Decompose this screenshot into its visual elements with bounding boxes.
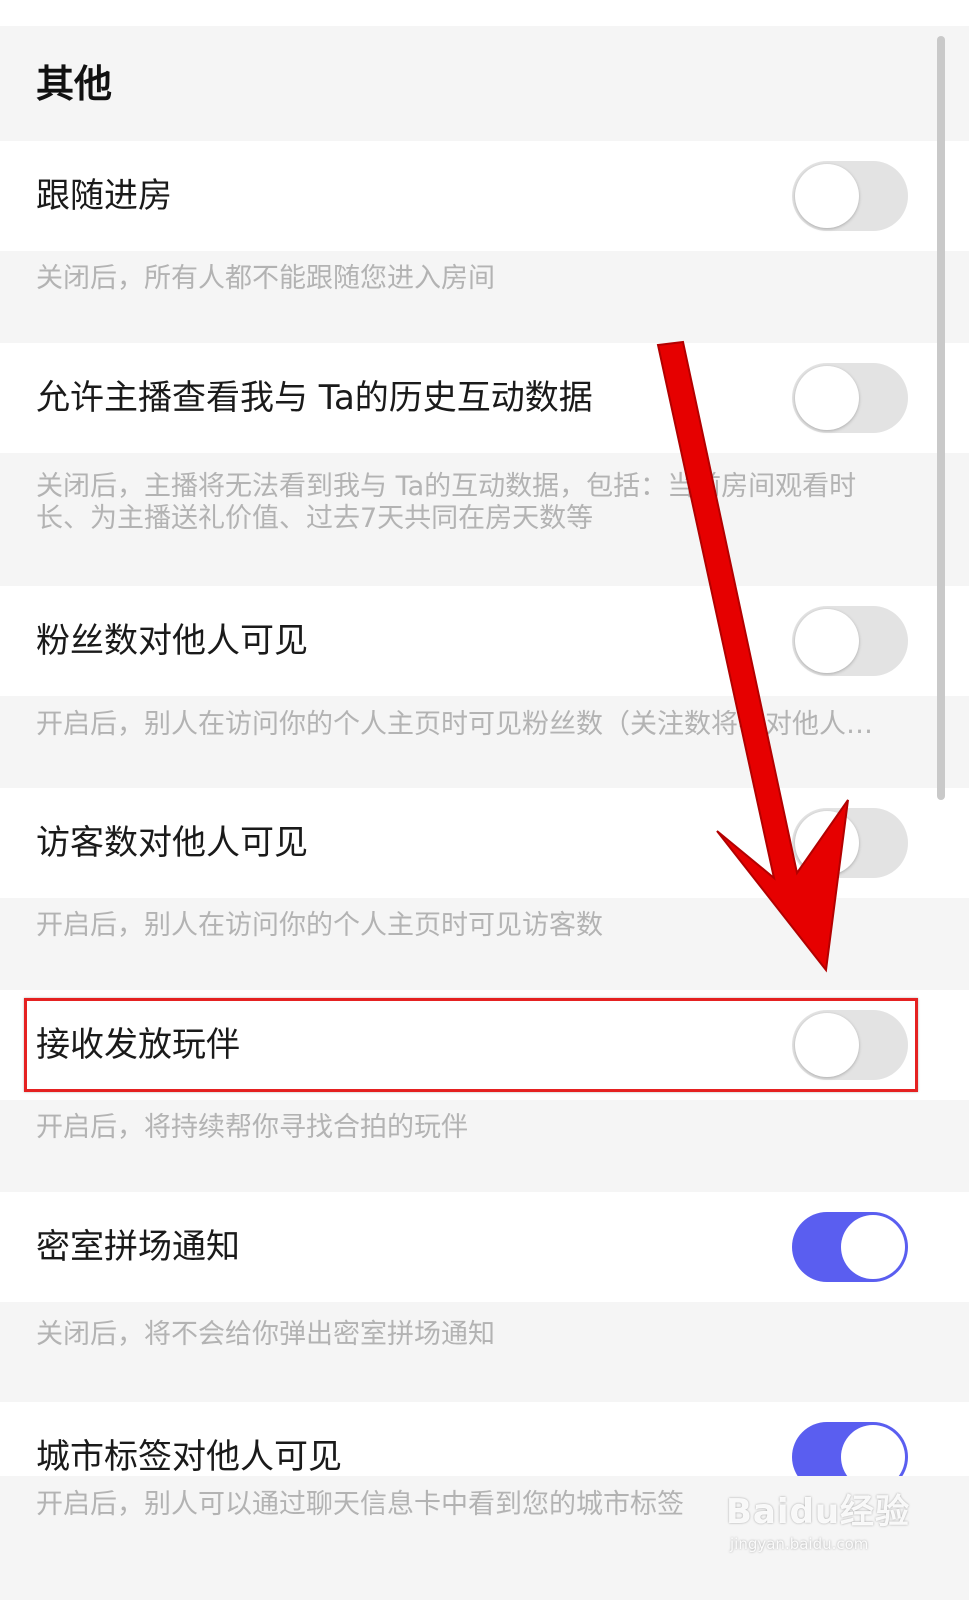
top-divider — [0, 0, 969, 26]
setting-description: 开启后，别人在访问你的个人主页时可见访客数 — [36, 910, 603, 941]
toggle-knob — [795, 811, 859, 875]
toggle-knob — [841, 1215, 905, 1279]
setting-description: 开启后，将持续帮你寻找合拍的玩伴 — [36, 1112, 468, 1143]
settings-page: 其他 跟随进房 关闭后，所有人都不能跟随您进入房间 允许主播查看我与 Ta的历史… — [0, 0, 969, 1600]
setting-row-escape-room-notify[interactable]: 密室拼场通知 — [0, 1192, 969, 1302]
fans-visible-toggle[interactable] — [792, 606, 908, 676]
toggle-knob — [795, 366, 859, 430]
setting-description: 开启后，别人可以通过聊天信息卡中看到您的城市标签 — [36, 1489, 684, 1520]
setting-description: 关闭后，主播将无法看到我与 Ta的互动数据，包括：当前房间观看时长、为主播送礼价… — [36, 471, 857, 534]
host-view-history-toggle[interactable] — [792, 363, 908, 433]
setting-label: 访客数对他人可见 — [36, 823, 308, 863]
setting-row-fans-visible[interactable]: 粉丝数对他人可见 — [0, 586, 969, 696]
setting-description: 开启后，别人在访问你的个人主页时可见粉丝数（关注数将不对他人… — [36, 709, 873, 740]
setting-description: 关闭后，将不会给你弹出密室拼场通知 — [36, 1319, 495, 1350]
scrollbar[interactable] — [937, 36, 945, 800]
setting-row-host-view-history[interactable]: 允许主播查看我与 Ta的历史互动数据 — [0, 343, 969, 453]
toggle-knob — [795, 609, 859, 673]
setting-row-receive-playmate[interactable]: 接收发放玩伴 — [0, 990, 969, 1100]
setting-description: 关闭后，所有人都不能跟随您进入房间 — [36, 263, 495, 294]
section-title: 其他 — [36, 62, 113, 106]
toggle-knob — [795, 164, 859, 228]
setting-label: 密室拼场通知 — [36, 1227, 240, 1267]
receive-playmate-toggle[interactable] — [792, 1010, 908, 1080]
setting-label: 粉丝数对他人可见 — [36, 621, 308, 661]
setting-label: 接收发放玩伴 — [36, 1025, 240, 1065]
visitors-visible-toggle[interactable] — [792, 808, 908, 878]
toggle-knob — [795, 1013, 859, 1077]
setting-row-follow-into-room[interactable]: 跟随进房 — [0, 141, 969, 251]
escape-room-notify-toggle[interactable] — [792, 1212, 908, 1282]
follow-into-room-toggle[interactable] — [792, 161, 908, 231]
setting-label: 跟随进房 — [36, 176, 172, 216]
setting-label: 允许主播查看我与 Ta的历史互动数据 — [36, 378, 593, 418]
setting-row-visitors-visible[interactable]: 访客数对他人可见 — [0, 788, 969, 898]
